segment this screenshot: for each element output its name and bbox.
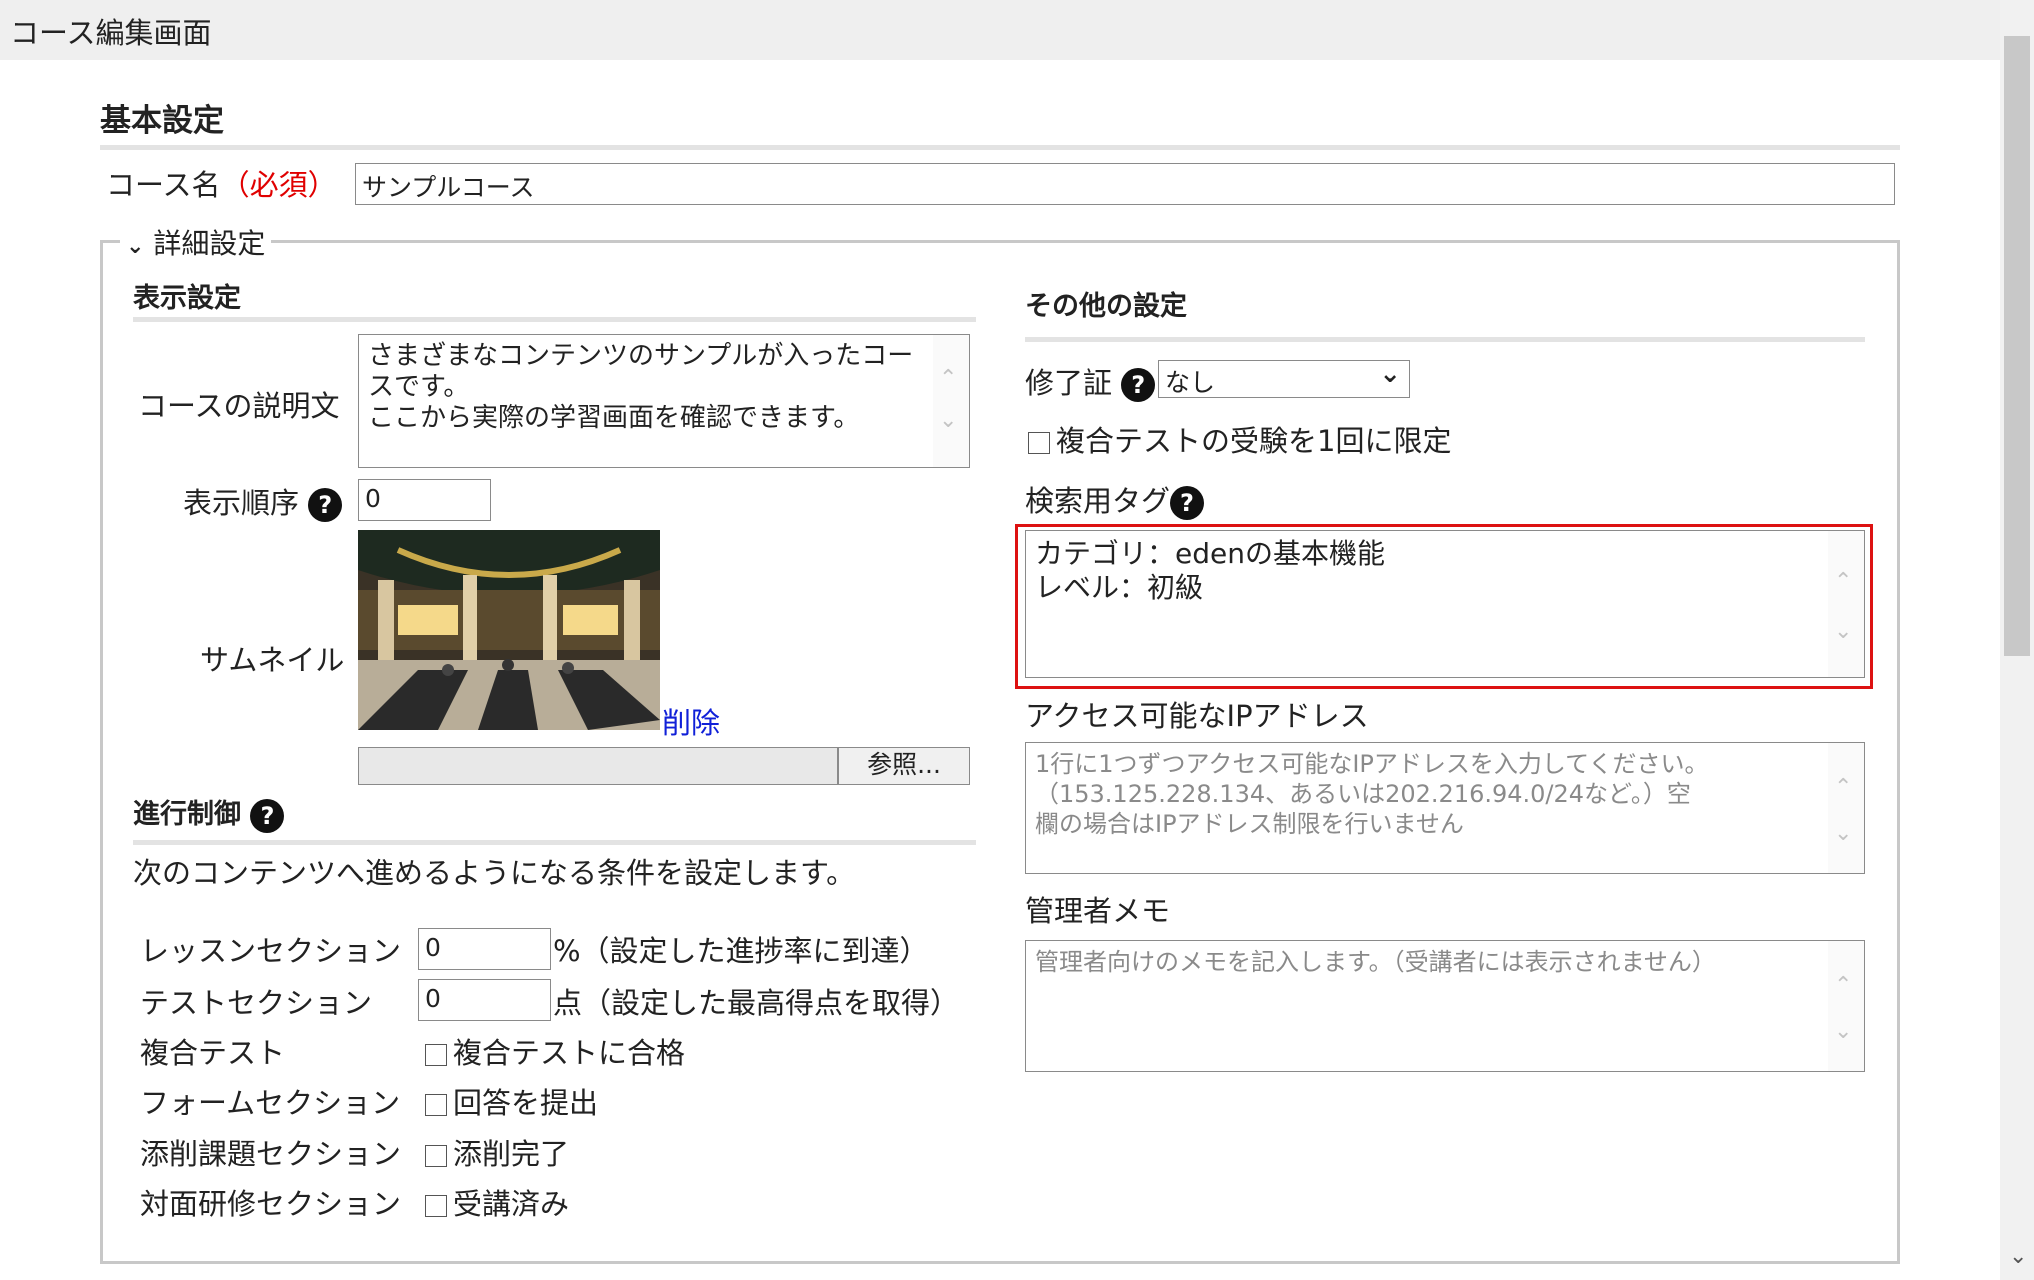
search-tags-label: 検索用タグ?	[1025, 478, 1205, 520]
test-section-label: テストセクション	[140, 986, 373, 1020]
browse-button[interactable]: 参照...	[838, 747, 970, 785]
course-name-input[interactable]: サンプルコース	[355, 163, 1895, 205]
f2f-section-label: 対面研修セクション	[140, 1187, 402, 1221]
description-textarea[interactable]: さまざまなコンテンツのサンプルが入ったコー スです。 ここから実際の学習画面を確…	[358, 334, 970, 468]
progress-description: 次のコンテンツへ進めるようになる条件を設定します。	[133, 856, 856, 890]
ip-placeholder-line-1: 1行に1つずつアクセス可能なIPアドレスを入力してください。	[1035, 750, 1709, 778]
form-section-label: フォームセクション	[140, 1086, 401, 1120]
thumbnail-delete-link[interactable]: 削除	[662, 700, 720, 742]
progress-control-rule	[133, 840, 976, 845]
checkbox-icon[interactable]	[425, 1145, 447, 1167]
scroll-down-icon[interactable]: ⌄	[2009, 1244, 2027, 1269]
certificate-label: 修了証 ?	[1025, 360, 1156, 402]
help-icon[interactable]: ?	[1121, 368, 1156, 402]
checkbox-icon[interactable]	[425, 1044, 447, 1066]
description-line-2: スです。	[368, 372, 470, 402]
description-scrollbar[interactable]: ⌃ ⌄	[933, 335, 969, 467]
memo-scrollbar[interactable]: ⌃ ⌄	[1828, 941, 1864, 1071]
admin-memo-label: 管理者メモ	[1025, 894, 1171, 928]
composite-limit-checkbox[interactable]: 複合テストの受験を1回に限定	[1028, 418, 1451, 460]
correction-section-label: 添削課題セクション	[140, 1137, 402, 1171]
help-icon[interactable]: ?	[308, 488, 343, 522]
test-score-input[interactable]: 0	[418, 979, 551, 1021]
help-icon[interactable]: ?	[1170, 486, 1205, 520]
basic-settings-rule	[100, 145, 1900, 150]
scrollbar-thumb[interactable]	[2004, 36, 2030, 656]
lesson-progress-suffix: %（設定した進捗率に到達）	[553, 934, 929, 968]
correction-complete-checkbox[interactable]: 添削完了	[425, 1131, 569, 1173]
scroll-up-icon[interactable]: ⌃	[939, 363, 957, 394]
memo-placeholder: 管理者向けのメモを記入します。（受講者には表示されません）	[1035, 948, 1716, 976]
ip-placeholder-line-3: 欄の場合はIPアドレス制限を行いません	[1035, 810, 1464, 838]
f2f-attended-checkbox[interactable]: 受講済み	[425, 1181, 569, 1223]
display-settings-rule	[133, 317, 976, 322]
required-marker: （必須）	[220, 168, 337, 202]
description-label: コースの説明文	[138, 389, 340, 423]
display-order-input[interactable]: 0	[358, 479, 491, 521]
description-line-1: さまざまなコンテンツのサンプルが入ったコー	[368, 341, 914, 371]
basic-settings-heading: 基本設定	[100, 103, 224, 139]
tags-scrollbar[interactable]: ⌃ ⌄	[1828, 531, 1864, 677]
lesson-section-label: レッスンセクション	[140, 934, 402, 968]
scroll-up-icon[interactable]: ⌃	[1834, 565, 1852, 599]
tags-line-1: カテゴリ：edenの基本機能	[1035, 537, 1385, 570]
detail-settings-legend[interactable]: ⌄ 詳細設定	[120, 222, 272, 262]
chevron-down-icon[interactable]: ⌄	[126, 234, 144, 259]
checkbox-icon[interactable]	[425, 1195, 447, 1217]
window-title: コース編集画面	[10, 16, 212, 50]
ip-scrollbar[interactable]: ⌃ ⌄	[1828, 743, 1864, 873]
test-score-suffix: 点（設定した最高得点を取得）	[553, 986, 960, 1020]
scroll-up-icon[interactable]: ⌃	[1834, 773, 1852, 803]
display-order-label: 表示順序 ?	[183, 480, 343, 522]
search-tags-textarea[interactable]: カテゴリ：edenの基本機能 レベル：初級 ⌃ ⌄	[1025, 530, 1865, 678]
tags-line-2: レベル：初級	[1035, 571, 1204, 604]
page-scrollbar[interactable]: ⌄	[2000, 0, 2034, 1280]
scroll-down-icon[interactable]: ⌄	[939, 405, 957, 436]
scroll-down-icon[interactable]: ⌄	[1834, 819, 1852, 849]
scroll-up-icon[interactable]: ⌃	[1834, 971, 1852, 1001]
file-path-field[interactable]	[358, 747, 838, 785]
checkbox-icon[interactable]	[425, 1094, 447, 1116]
composite-test-label: 複合テスト	[140, 1036, 286, 1070]
lesson-progress-input[interactable]: 0	[418, 928, 551, 970]
certificate-select[interactable]: なし ⌄	[1158, 359, 1410, 398]
ip-address-label: アクセス可能なIPアドレス	[1025, 699, 1369, 733]
chevron-down-icon[interactable]: ⌄	[1379, 359, 1401, 389]
checkbox-icon[interactable]	[1028, 432, 1050, 454]
display-settings-heading: 表示設定	[133, 283, 241, 314]
description-line-3: ここから実際の学習画面を確認できます。	[368, 403, 860, 433]
scroll-down-icon[interactable]: ⌄	[1834, 615, 1852, 649]
scroll-down-icon[interactable]: ⌄	[1834, 1017, 1852, 1047]
composite-test-checkbox[interactable]: 複合テストに合格	[425, 1030, 685, 1072]
other-settings-heading: その他の設定	[1025, 291, 1187, 322]
other-settings-rule	[1025, 337, 1865, 342]
thumbnail-label: サムネイル	[200, 643, 345, 677]
course-name-label: コース名（必須）	[106, 168, 337, 202]
window-titlebar: コース編集画面	[0, 0, 2000, 60]
admin-memo-textarea[interactable]: 管理者向けのメモを記入します。（受講者には表示されません） ⌃ ⌄	[1025, 940, 1865, 1072]
ip-address-textarea[interactable]: 1行に1つずつアクセス可能なIPアドレスを入力してください。 （153.125.…	[1025, 742, 1865, 874]
form-submit-checkbox[interactable]: 回答を提出	[425, 1080, 598, 1122]
help-icon[interactable]: ?	[250, 798, 285, 833]
progress-control-heading: 進行制御 ?	[133, 792, 285, 833]
ip-placeholder-line-2: （153.125.228.134、あるいは202.216.94.0/24など。）…	[1035, 780, 1691, 808]
thumbnail-image	[358, 530, 660, 730]
